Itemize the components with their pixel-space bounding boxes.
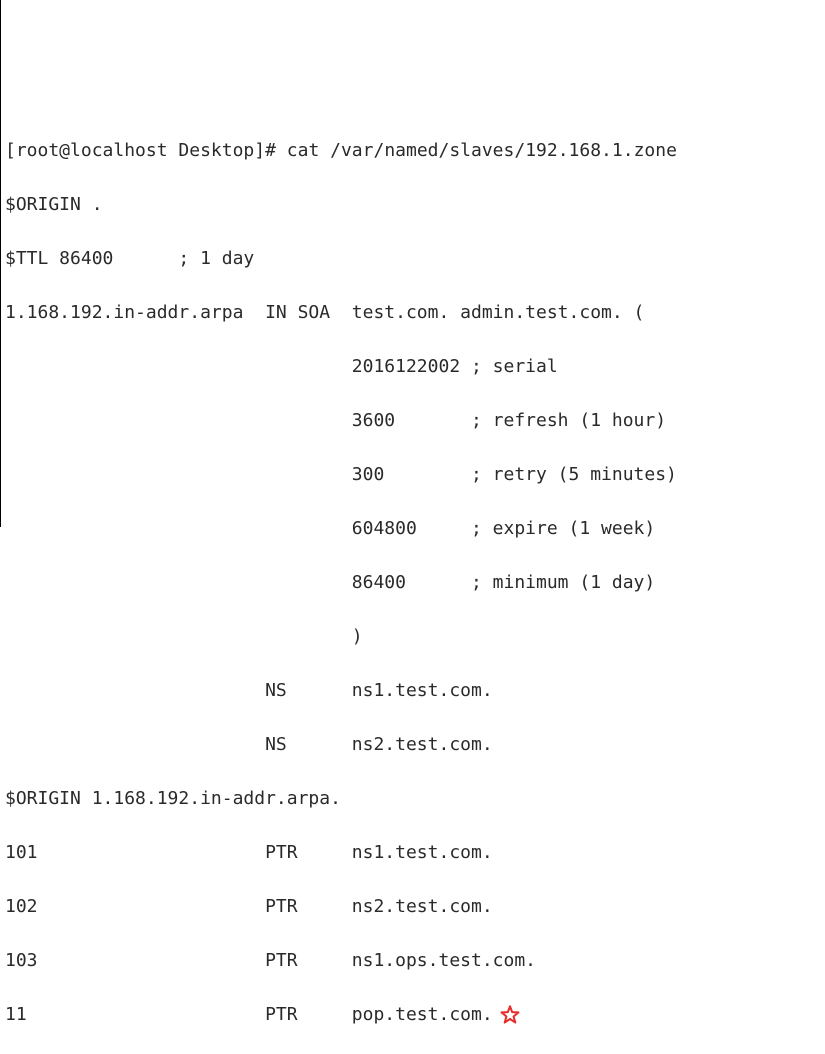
soa-minimum: 86400 ; minimum (1 day)	[5, 569, 821, 596]
star-icon	[499, 1004, 521, 1026]
soa-retry: 300 ; retry (5 minutes)	[5, 461, 821, 488]
ptr-record-103: 103 PTR ns1.ops.test.com.	[5, 947, 821, 974]
ptr-record-101: 101 PTR ns1.test.com.	[5, 839, 821, 866]
ptr-record-11: 11 PTR pop.test.com.	[5, 1001, 821, 1028]
cat-command: cat /var/named/slaves/192.168.1.zone	[287, 140, 677, 161]
origin-directive-zone: $ORIGIN 1.168.192.in-addr.arpa.	[5, 785, 821, 812]
ptr-record-11-text: 11 PTR pop.test.com.	[5, 1004, 493, 1025]
soa-refresh: 3600 ; refresh (1 hour)	[5, 407, 821, 434]
ttl-directive: $TTL 86400 ; 1 day	[5, 245, 821, 272]
origin-directive-root: $ORIGIN .	[5, 191, 821, 218]
shell-prompt: [root@localhost Desktop]#	[5, 140, 276, 161]
soa-serial: 2016122002 ; serial	[5, 353, 821, 380]
soa-record-close: )	[5, 623, 821, 650]
ns-record-2: NS ns2.test.com.	[5, 731, 821, 758]
soa-record-open: 1.168.192.in-addr.arpa IN SOA test.com. …	[5, 299, 821, 326]
soa-expire: 604800 ; expire (1 week)	[5, 515, 821, 542]
command-line: [root@localhost Desktop]# cat /var/named…	[5, 137, 821, 164]
ns-record-1: NS ns1.test.com.	[5, 677, 821, 704]
terminal-output: [root@localhost Desktop]# cat /var/named…	[5, 110, 821, 1054]
ptr-record-102: 102 PTR ns2.test.com.	[5, 893, 821, 920]
